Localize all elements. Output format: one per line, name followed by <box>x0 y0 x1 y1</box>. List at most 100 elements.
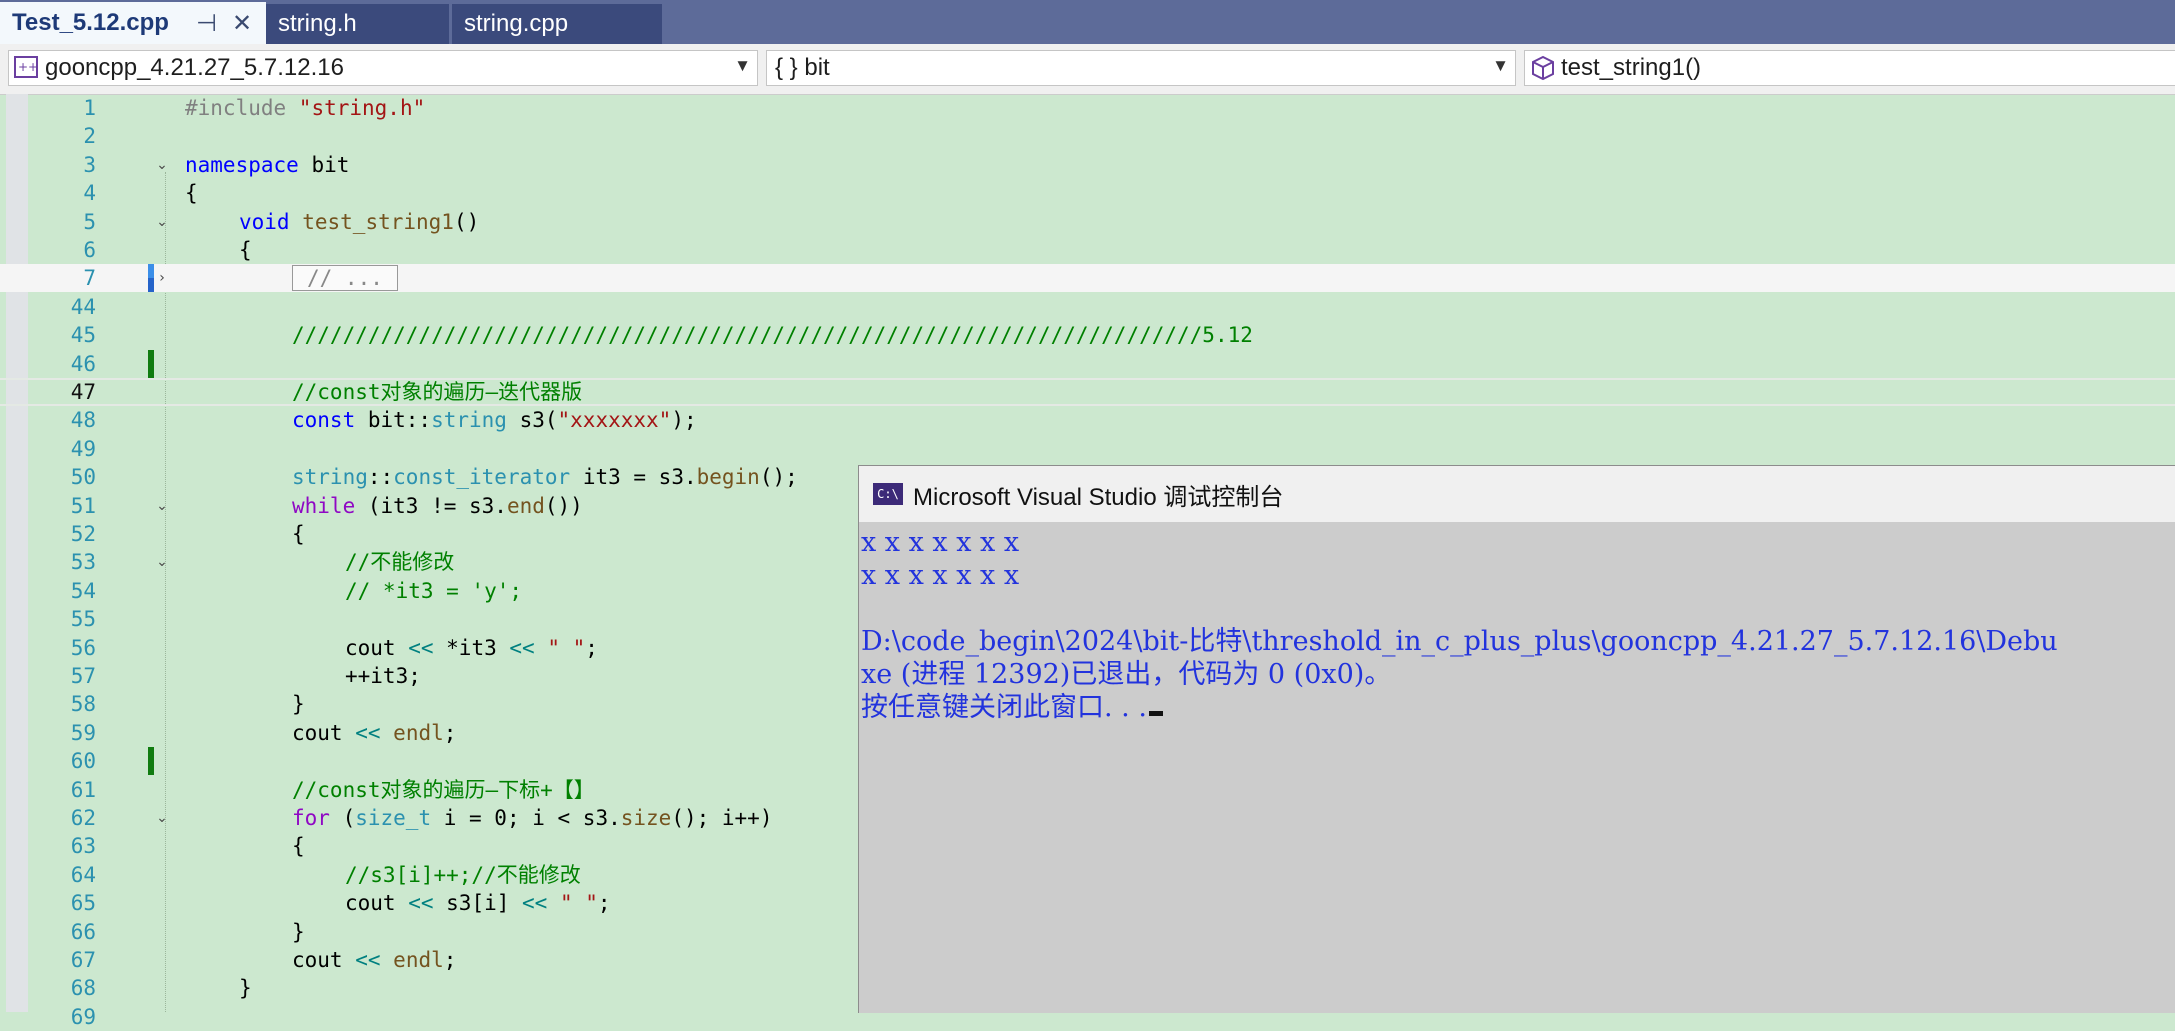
line-number: 58 <box>70 692 96 717</box>
code-token: ; <box>443 948 457 972</box>
code-line[interactable]: 45 //////////////////////////////////////… <box>0 321 2175 349</box>
code-token: << <box>408 635 434 660</box>
code-line[interactable]: 46 <box>0 349 2175 378</box>
code-line[interactable]: 48 const bit::string s3("xxxxxxx"); <box>0 406 2175 434</box>
code-text: //const对象的遍历—迭代器版 <box>292 380 582 404</box>
code-text: { <box>185 179 198 207</box>
code-text: ////////////////////////////////////////… <box>292 321 1253 349</box>
line-number: 2 <box>83 124 96 149</box>
tab-string-h[interactable]: string.h <box>266 4 449 44</box>
line-number: 5 <box>83 209 96 234</box>
collapse-chevron-icon[interactable]: ⌄ <box>154 554 170 570</box>
document-tab-strip: Test_5.12.cpp ⊣ ✕ string.h string.cpp <box>0 0 2175 44</box>
code-token: cout <box>345 635 409 660</box>
code-token: { <box>239 238 252 262</box>
console-line: x x x x x x x <box>861 527 1020 558</box>
console-line: x x x x x x x <box>861 560 1020 591</box>
code-token: } <box>292 919 305 944</box>
chevron-down-icon: ▼ <box>734 56 751 75</box>
code-token: i = 0; i < s3. <box>431 806 621 830</box>
collapse-chevron-icon[interactable]: ⌄ <box>154 214 170 230</box>
code-line[interactable]: 6{ <box>0 236 2175 264</box>
code-token: size <box>620 806 672 830</box>
navigation-bar: ++ gooncpp_4.21.27_5.7.12.16 ▼ { } bit ▼… <box>0 44 2175 95</box>
code-token: " " <box>547 635 586 660</box>
code-token: << <box>355 948 381 972</box>
code-token: cout <box>345 891 409 916</box>
debug-console-window[interactable]: C:\ Microsoft Visual Studio 调试控制台 x x x … <box>858 465 2175 1013</box>
line-number: 3 <box>83 152 96 177</box>
code-text: } <box>292 690 305 718</box>
line-number: 64 <box>70 862 96 887</box>
code-text: while (it3 != s3.end()) <box>292 492 583 520</box>
code-line[interactable]: 2 <box>0 122 2175 150</box>
close-icon[interactable]: ✕ <box>232 9 252 38</box>
tab-test-5-12-cpp[interactable]: Test_5.12.cpp ⊣ ✕ <box>0 2 266 44</box>
member-dropdown[interactable]: test_string1() <box>1524 50 2175 86</box>
code-token: size_t <box>355 806 432 830</box>
code-token: (); i++) <box>671 806 773 830</box>
cube-icon <box>1525 50 1561 86</box>
code-line[interactable]: 49 <box>0 435 2175 463</box>
code-text: { <box>239 236 252 264</box>
code-text: cout << endl; <box>292 946 456 974</box>
line-number: 46 <box>70 351 96 376</box>
code-token: } <box>239 976 252 1001</box>
code-token: { <box>292 522 305 546</box>
code-token: for <box>292 806 330 830</box>
code-line[interactable]: 47 //const对象的遍历—迭代器版 <box>0 378 2175 406</box>
console-title-bar[interactable]: C:\ Microsoft Visual Studio 调试控制台 <box>859 466 2175 522</box>
code-text: } <box>239 974 252 1002</box>
line-number: 6 <box>83 238 96 262</box>
line-number: 56 <box>70 635 96 660</box>
code-token: *it3 <box>433 635 510 660</box>
collapse-chevron-icon[interactable]: ⌄ <box>154 810 170 826</box>
code-line[interactable]: 7 › // ... <box>0 264 2175 293</box>
code-token: << <box>355 720 381 745</box>
line-number: 69 <box>70 1004 96 1029</box>
code-token: const_iterator <box>393 465 571 490</box>
line-number: 47 <box>70 380 96 404</box>
code-token: ; <box>443 720 457 745</box>
line-number: 57 <box>70 664 96 688</box>
project-name: gooncpp_4.21.27_5.7.12.16 <box>45 54 344 81</box>
text-cursor <box>1148 711 1163 716</box>
collapse-chevron-icon[interactable]: ⌄ <box>154 157 170 173</box>
code-text: // ... <box>292 264 398 292</box>
code-line[interactable]: 4{ <box>0 179 2175 207</box>
project-dropdown[interactable]: ++ gooncpp_4.21.27_5.7.12.16 ▼ <box>8 50 758 86</box>
collapsed-region-box[interactable]: // ... <box>292 265 398 292</box>
code-token: #include <box>185 96 299 120</box>
project-icon: ++ <box>9 50 45 86</box>
expand-chevron-icon[interactable]: › <box>154 270 170 286</box>
code-token: const <box>292 408 356 433</box>
code-token: :: <box>367 465 394 490</box>
console-output[interactable]: x x x x x x xx x x x x x x D:\code_begin… <box>859 522 2175 724</box>
code-line[interactable]: 5 ⌄ void test_string1() <box>0 208 2175 236</box>
code-token: ; <box>597 891 611 916</box>
code-line[interactable]: 1 #include "string.h" <box>0 94 2175 122</box>
line-number: 44 <box>70 294 96 319</box>
code-text: //const对象的遍历—下标+【】 <box>292 776 595 804</box>
line-number: 4 <box>83 181 96 206</box>
line-number: 65 <box>70 891 96 916</box>
code-text: namespace bit <box>185 151 349 179</box>
code-line[interactable]: 3 ⌄ namespace bit <box>0 151 2175 179</box>
line-number: 62 <box>70 806 96 830</box>
tab-string-cpp[interactable]: string.cpp <box>452 4 662 44</box>
console-title: Microsoft Visual Studio 调试控制台 <box>913 483 1284 511</box>
collapse-chevron-icon[interactable]: ⌄ <box>154 498 170 514</box>
line-number: 49 <box>70 436 96 461</box>
tab-label: string.cpp <box>464 10 569 37</box>
code-token: string <box>292 465 368 490</box>
pin-icon[interactable]: ⊣ <box>196 9 217 38</box>
code-token: { <box>292 834 305 859</box>
code-token: namespace <box>185 152 299 177</box>
code-text: } <box>292 918 305 946</box>
code-token: "string.h" <box>298 96 426 120</box>
code-line[interactable]: 44 <box>0 293 2175 321</box>
code-token: endl <box>393 948 444 972</box>
scope-dropdown[interactable]: { } bit ▼ <box>766 50 1516 86</box>
